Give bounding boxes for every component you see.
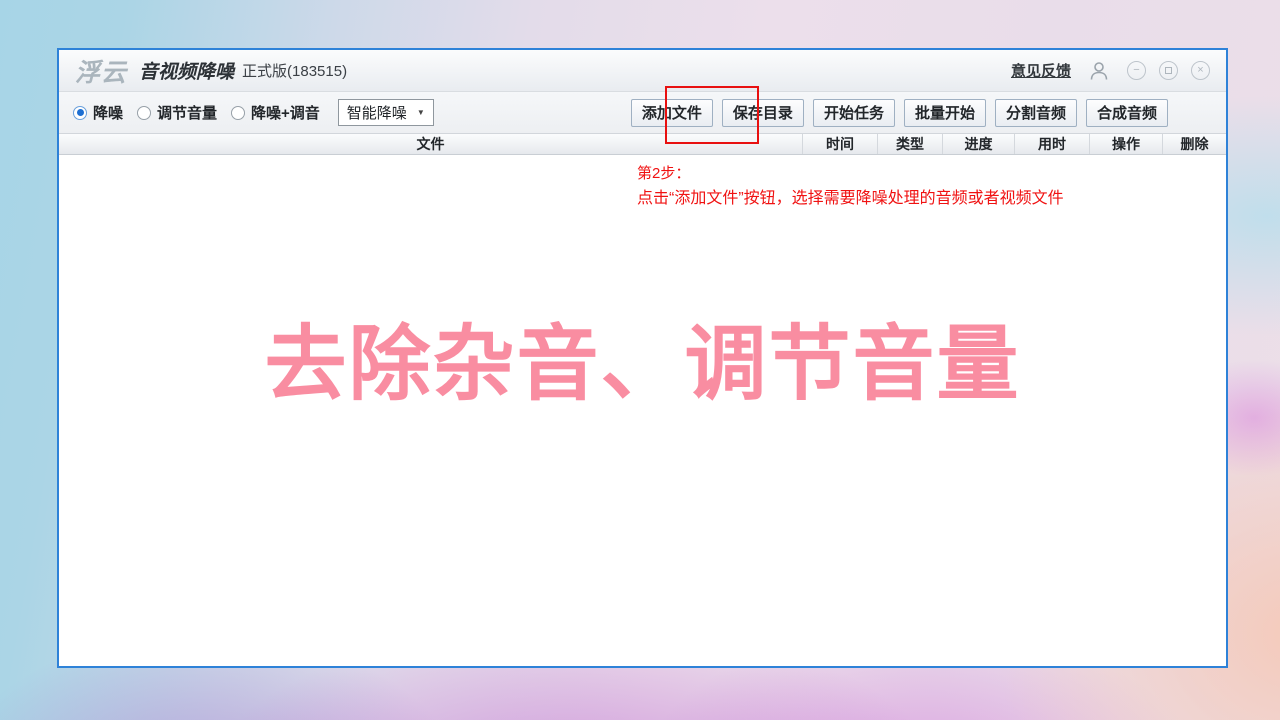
radio-adjust-volume[interactable]: 调节音量	[137, 102, 217, 123]
column-header-file[interactable]: 文件	[59, 134, 802, 154]
radio-circle-icon	[137, 106, 151, 120]
column-header-delete[interactable]: 删除	[1162, 134, 1226, 154]
batch-start-button[interactable]: 批量开始	[904, 99, 986, 127]
chevron-down-icon: ▼	[417, 108, 425, 117]
add-file-button[interactable]: 添加文件	[631, 99, 713, 127]
tutorial-step-title: 第2步：	[637, 161, 1064, 186]
version-label: 正式版(183515)	[242, 60, 347, 81]
toolbar-button-group: 添加文件 保存目录 开始任务 批量开始 分割音频 合成音频	[631, 99, 1168, 127]
file-list-area: 第2步： 点击“添加文件”按钮，选择需要降噪处理的音频或者视频文件 去除杂音、调…	[59, 155, 1226, 666]
column-header-type[interactable]: 类型	[877, 134, 942, 154]
merge-audio-button[interactable]: 合成音频	[1086, 99, 1168, 127]
column-header-time[interactable]: 时间	[802, 134, 877, 154]
desktop-background: 浮云 音视频降噪 正式版(183515) 意见反馈 − × 降噪	[0, 0, 1280, 720]
split-audio-button[interactable]: 分割音频	[995, 99, 1077, 127]
app-window: 浮云 音视频降噪 正式版(183515) 意见反馈 − × 降噪	[57, 48, 1228, 668]
tutorial-annotation: 第2步： 点击“添加文件”按钮，选择需要降噪处理的音频或者视频文件	[637, 161, 1064, 212]
close-button[interactable]: ×	[1191, 61, 1210, 80]
radio-denoise-plus-tune-label: 降噪+调音	[251, 102, 320, 123]
column-header-action[interactable]: 操作	[1089, 134, 1162, 154]
file-table-header: 文件 时间 类型 进度 用时 操作 删除	[59, 134, 1226, 155]
toolbar: 降噪 调节音量 降噪+调音 智能降噪 ▼ 添加文件 保存目录 开始任务	[59, 92, 1226, 134]
titlebar-controls: 意见反馈 − ×	[1011, 60, 1210, 82]
restore-icon	[1165, 67, 1172, 74]
radio-circle-icon	[73, 106, 87, 120]
radio-denoise[interactable]: 降噪	[73, 102, 123, 123]
column-header-duration[interactable]: 用时	[1014, 134, 1089, 154]
radio-denoise-label: 降噪	[93, 102, 123, 123]
mode-radio-group: 降噪 调节音量 降噪+调音	[73, 102, 320, 123]
tutorial-step-text: 点击“添加文件”按钮，选择需要降噪处理的音频或者视频文件	[637, 186, 1064, 212]
watermark-text: 去除杂音、调节音量	[59, 297, 1226, 416]
app-title: 音视频降噪	[139, 57, 234, 84]
feedback-link[interactable]: 意见反馈	[1011, 60, 1071, 81]
dropdown-value: 智能降噪	[347, 102, 407, 123]
column-header-progress[interactable]: 进度	[942, 134, 1014, 154]
user-icon[interactable]	[1088, 60, 1110, 82]
titlebar: 浮云 音视频降噪 正式版(183515) 意见反馈 − ×	[59, 50, 1226, 92]
minimize-button[interactable]: −	[1127, 61, 1146, 80]
start-task-button[interactable]: 开始任务	[813, 99, 895, 127]
app-logo: 浮云	[75, 53, 127, 89]
radio-denoise-plus-tune[interactable]: 降噪+调音	[231, 102, 320, 123]
radio-circle-icon	[231, 106, 245, 120]
denoise-mode-dropdown[interactable]: 智能降噪 ▼	[338, 99, 434, 126]
maximize-button[interactable]	[1159, 61, 1178, 80]
radio-adjust-volume-label: 调节音量	[157, 102, 217, 123]
save-dir-button[interactable]: 保存目录	[722, 99, 804, 127]
